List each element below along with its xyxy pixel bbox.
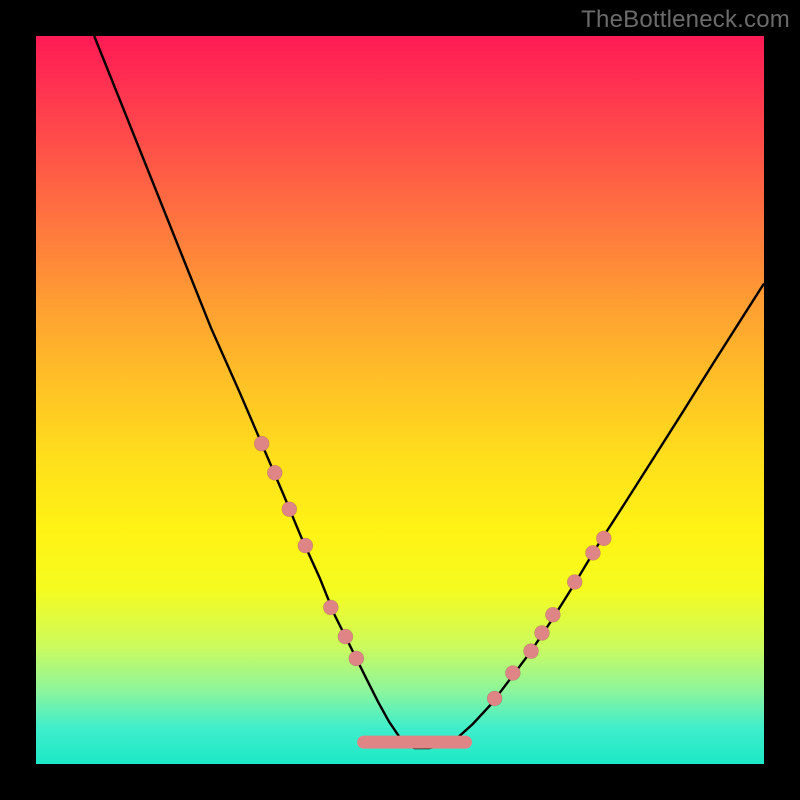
highlight-dot (545, 607, 560, 622)
highlight-dot (267, 465, 282, 480)
highlight-dot (505, 666, 520, 681)
highlight-dot (323, 600, 338, 615)
highlight-dot (524, 644, 539, 659)
highlight-dot (298, 538, 313, 553)
plot-area (36, 36, 764, 764)
curve-svg (36, 36, 764, 764)
highlight-dot (349, 651, 364, 666)
watermark-text: TheBottleneck.com (581, 6, 790, 34)
highlight-dot (596, 531, 611, 546)
highlight-dot (487, 691, 502, 706)
highlight-dot (534, 625, 549, 640)
chart-frame: TheBottleneck.com (0, 0, 800, 800)
highlight-dot (282, 502, 297, 517)
highlight-dot (585, 545, 600, 560)
highlight-dot (567, 575, 582, 590)
highlight-dot (338, 629, 353, 644)
highlight-dots (254, 436, 611, 706)
bottleneck-curve (94, 36, 764, 748)
highlight-dot (254, 436, 269, 451)
